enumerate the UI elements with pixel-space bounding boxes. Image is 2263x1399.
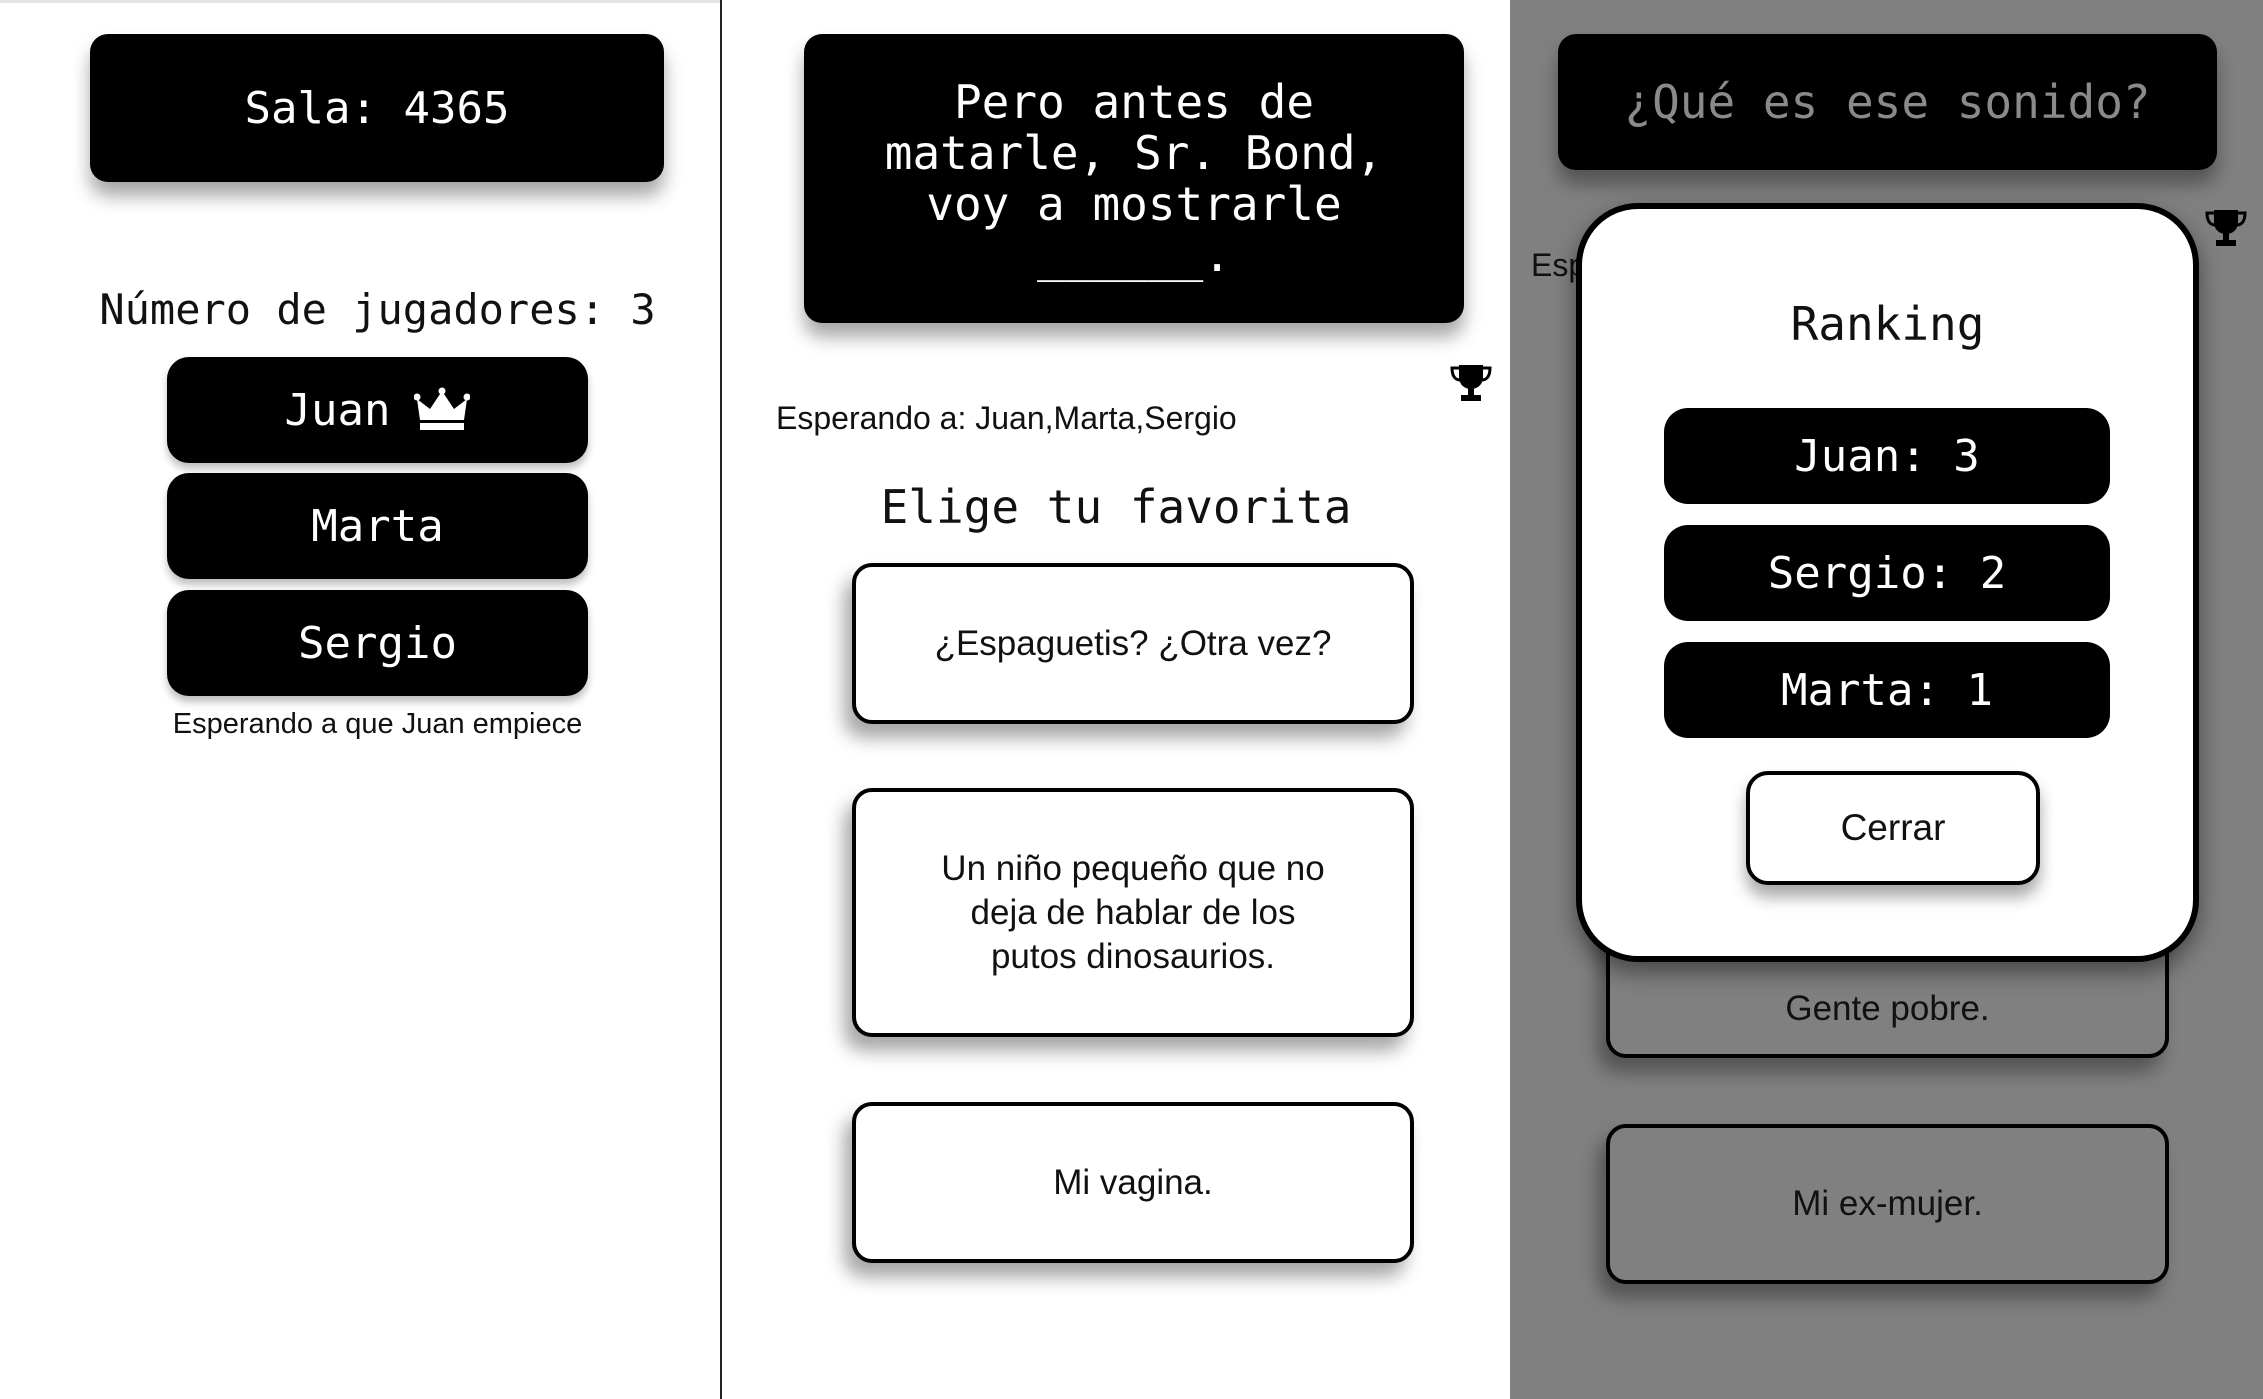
prompt-blank: ______.	[1037, 227, 1231, 282]
answer-text: Mi vagina.	[1053, 1161, 1213, 1205]
players-count-label: Número de jugadores: 3	[99, 285, 656, 334]
player-item-sergio: Sergio	[167, 590, 588, 696]
ranking-entry: Juan: 3	[1664, 408, 2110, 504]
crown-icon	[413, 387, 471, 433]
prompt-line: voy a mostrarle	[926, 176, 1342, 231]
prompt-line: Pero antes de	[953, 74, 1315, 129]
ranking-entry-text: Sergio: 2	[1767, 547, 2007, 599]
answer-line: Mi vagina.	[1053, 1162, 1213, 1202]
player-name: Sergio	[298, 617, 457, 669]
trophy-icon[interactable]	[1450, 363, 1492, 403]
waiting-players-text: Esperando a: Juan,Marta,Sergio	[776, 400, 1237, 436]
player-name: Marta	[311, 500, 444, 552]
room-code-label: Sala: 4365	[244, 82, 510, 134]
answer-text: Un niño pequeño que no deja de hablar de…	[941, 847, 1324, 979]
choose-favorite-title: Elige tu favorita	[880, 480, 1352, 534]
prompt-card: Pero antes de matarle, Sr. Bond, voy a m…	[804, 34, 1464, 323]
waiting-host-text: Esperando a que Juan empiece	[172, 708, 583, 740]
answer-line: deja de hablar de los	[970, 892, 1296, 932]
answer-text: ¿Espaguetis? ¿Otra vez?	[935, 622, 1332, 666]
answer-line: Un niño pequeño que no	[941, 848, 1325, 888]
answer-line: putos dinosaurios.	[990, 936, 1276, 976]
top-strip	[0, 0, 722, 3]
close-button[interactable]: Cerrar	[1746, 771, 2040, 885]
ranking-entry: Sergio: 2	[1664, 525, 2110, 621]
ranking-modal: Ranking Juan: 3 Sergio: 2 Marta: 1 Cerra…	[1576, 203, 2199, 962]
trophy-icon[interactable]	[2205, 208, 2247, 248]
ranking-screen: ¿Qué es ese sonido? Esp Gente pobre. Mi …	[1510, 0, 2263, 1399]
ranking-entry-text: Marta: 1	[1781, 664, 1993, 716]
player-item-juan: Juan	[167, 357, 588, 463]
answer-card[interactable]: ¿Espaguetis? ¿Otra vez?	[852, 563, 1414, 724]
question-text: ¿Qué es ese sonido?	[1624, 75, 2151, 129]
answer-card: Mi ex-mujer.	[1606, 1124, 2169, 1284]
question-card: ¿Qué es ese sonido?	[1558, 34, 2217, 170]
ranking-title: Ranking	[1790, 297, 1985, 351]
ranking-entry: Marta: 1	[1664, 642, 2110, 738]
ranking-entry-text: Juan: 3	[1794, 430, 1980, 482]
vote-screen: Pero antes de matarle, Sr. Bond, voy a m…	[722, 0, 1510, 1399]
room-code-card: Sala: 4365	[90, 34, 664, 182]
player-name: Juan	[284, 384, 391, 436]
prompt-text: Pero antes de matarle, Sr. Bond, voy a m…	[884, 74, 1384, 282]
answer-card[interactable]: Un niño pequeño que no deja de hablar de…	[852, 788, 1414, 1037]
close-button-label: Cerrar	[1840, 807, 1946, 848]
prompt-line: matarle, Sr. Bond,	[884, 125, 1384, 180]
lobby-screen: Sala: 4365 Número de jugadores: 3 Juan M…	[0, 0, 722, 1399]
player-item-marta: Marta	[167, 473, 588, 579]
answer-text: Gente pobre.	[1785, 989, 1990, 1028]
answer-card[interactable]: Mi vagina.	[852, 1102, 1414, 1263]
answer-text: Mi ex-mujer.	[1792, 1184, 1983, 1223]
answer-line: ¿Espaguetis? ¿Otra vez?	[934, 623, 1332, 663]
